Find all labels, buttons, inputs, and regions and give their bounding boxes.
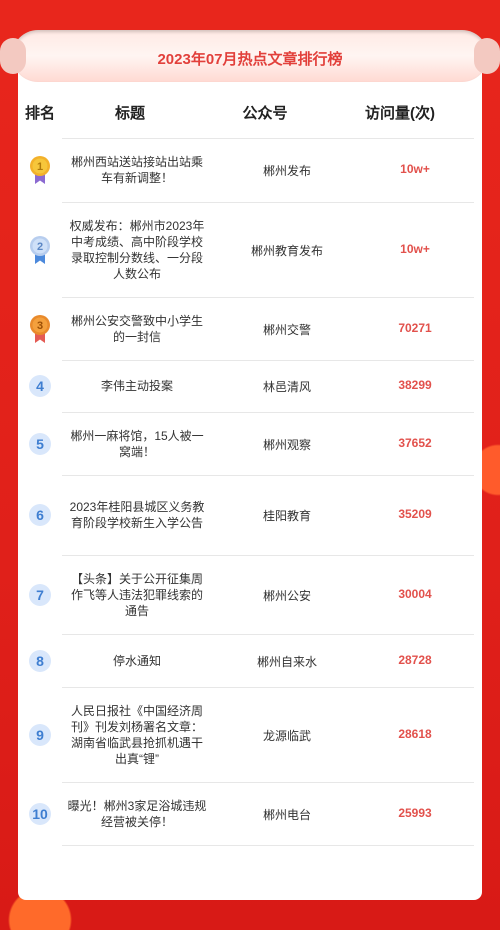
row-divider <box>62 360 474 361</box>
visit-count: 38299 <box>398 378 432 392</box>
visit-count: 10w+ <box>400 162 430 176</box>
header-visits: 访问量(次) <box>365 105 435 122</box>
svg-text:1: 1 <box>37 161 43 173</box>
rank-badge: 8 <box>29 649 51 672</box>
row-divider <box>62 634 474 635</box>
rank-badge: 5 <box>29 432 51 455</box>
header-title: 标题 <box>114 105 145 122</box>
ranking-card <box>18 60 482 900</box>
article-title[interactable]: 郴州公安交警致中小学生的一封信 <box>66 313 208 345</box>
article-title[interactable]: 停水通知 <box>66 653 208 669</box>
article-title[interactable]: 郴州西站送站接站出站乘车有新调整！ <box>66 154 208 186</box>
account-name: 郴州发布 <box>262 164 311 178</box>
article-title[interactable]: 曝光！郴州3家足浴城违规经营被关停！ <box>66 798 208 830</box>
header-divider <box>62 138 474 139</box>
header-rank: 排名 <box>24 105 55 122</box>
rank-badge: 6 <box>29 504 51 526</box>
visit-count: 70271 <box>398 320 432 335</box>
row-divider <box>62 475 474 476</box>
rank-badge: 9 <box>29 723 51 746</box>
account-name: 郴州电台 <box>262 807 311 822</box>
account-name: 郴州公安 <box>262 588 311 603</box>
account-name: 龙源临武 <box>262 728 311 743</box>
visit-count: 28618 <box>398 726 432 741</box>
account-name: 林邑清风 <box>262 380 311 394</box>
silver-medal-icon: 2 <box>29 235 51 265</box>
row-divider <box>62 782 474 783</box>
article-title[interactable]: 郴州一麻将馆，15人被一窝端！ <box>66 428 208 460</box>
visit-count: 25993 <box>398 805 432 820</box>
gold-medal-icon: 1 <box>29 155 51 185</box>
account-name: 郴州自来水 <box>256 654 317 669</box>
row-divider <box>62 202 474 203</box>
article-title[interactable]: 2023年桂阳县城区义务教育阶段学校新生入学公告 <box>66 499 208 531</box>
page-title: 2023年07月热点文章排行榜 <box>157 51 343 68</box>
account-name: 桂阳教育 <box>262 509 311 523</box>
svg-text:3: 3 <box>37 320 43 332</box>
article-title[interactable]: 【头条】关于公开征集周作飞等人违法犯罪线索的通告 <box>66 571 208 619</box>
row-divider <box>62 297 474 298</box>
row-divider <box>62 845 474 846</box>
svg-text:2: 2 <box>37 241 43 253</box>
article-title[interactable]: 权威发布：郴州市2023年中考成绩、高中阶段学校录取控制分数线、一分段人数公布 <box>66 218 208 282</box>
account-name: 郴州观察 <box>262 437 311 452</box>
account-name: 郴州教育发布 <box>250 243 323 258</box>
row-divider <box>62 687 474 688</box>
visit-count: 37652 <box>398 435 432 450</box>
rank-badge: 10 <box>29 802 51 825</box>
article-title[interactable]: 李伟主动投案 <box>66 378 208 394</box>
bronze-medal-icon: 3 <box>29 314 51 344</box>
row-divider <box>62 555 474 556</box>
title-banner: 2023年07月热点文章排行榜 <box>0 30 500 82</box>
article-title[interactable]: 人民日报社《中国经济周刊》刊发刘杨署名文章：湖南省临武县抢抓机遇干出真“锂” <box>66 703 208 767</box>
account-name: 郴州交警 <box>262 322 311 337</box>
visit-count: 30004 <box>398 586 432 601</box>
visit-count: 35209 <box>398 507 432 521</box>
visit-count: 10w+ <box>400 241 430 256</box>
rank-badge: 7 <box>29 583 51 606</box>
visit-count: 28728 <box>398 652 432 667</box>
row-divider <box>62 412 474 413</box>
rank-badge: 4 <box>29 375 51 397</box>
header-account: 公众号 <box>242 105 288 122</box>
